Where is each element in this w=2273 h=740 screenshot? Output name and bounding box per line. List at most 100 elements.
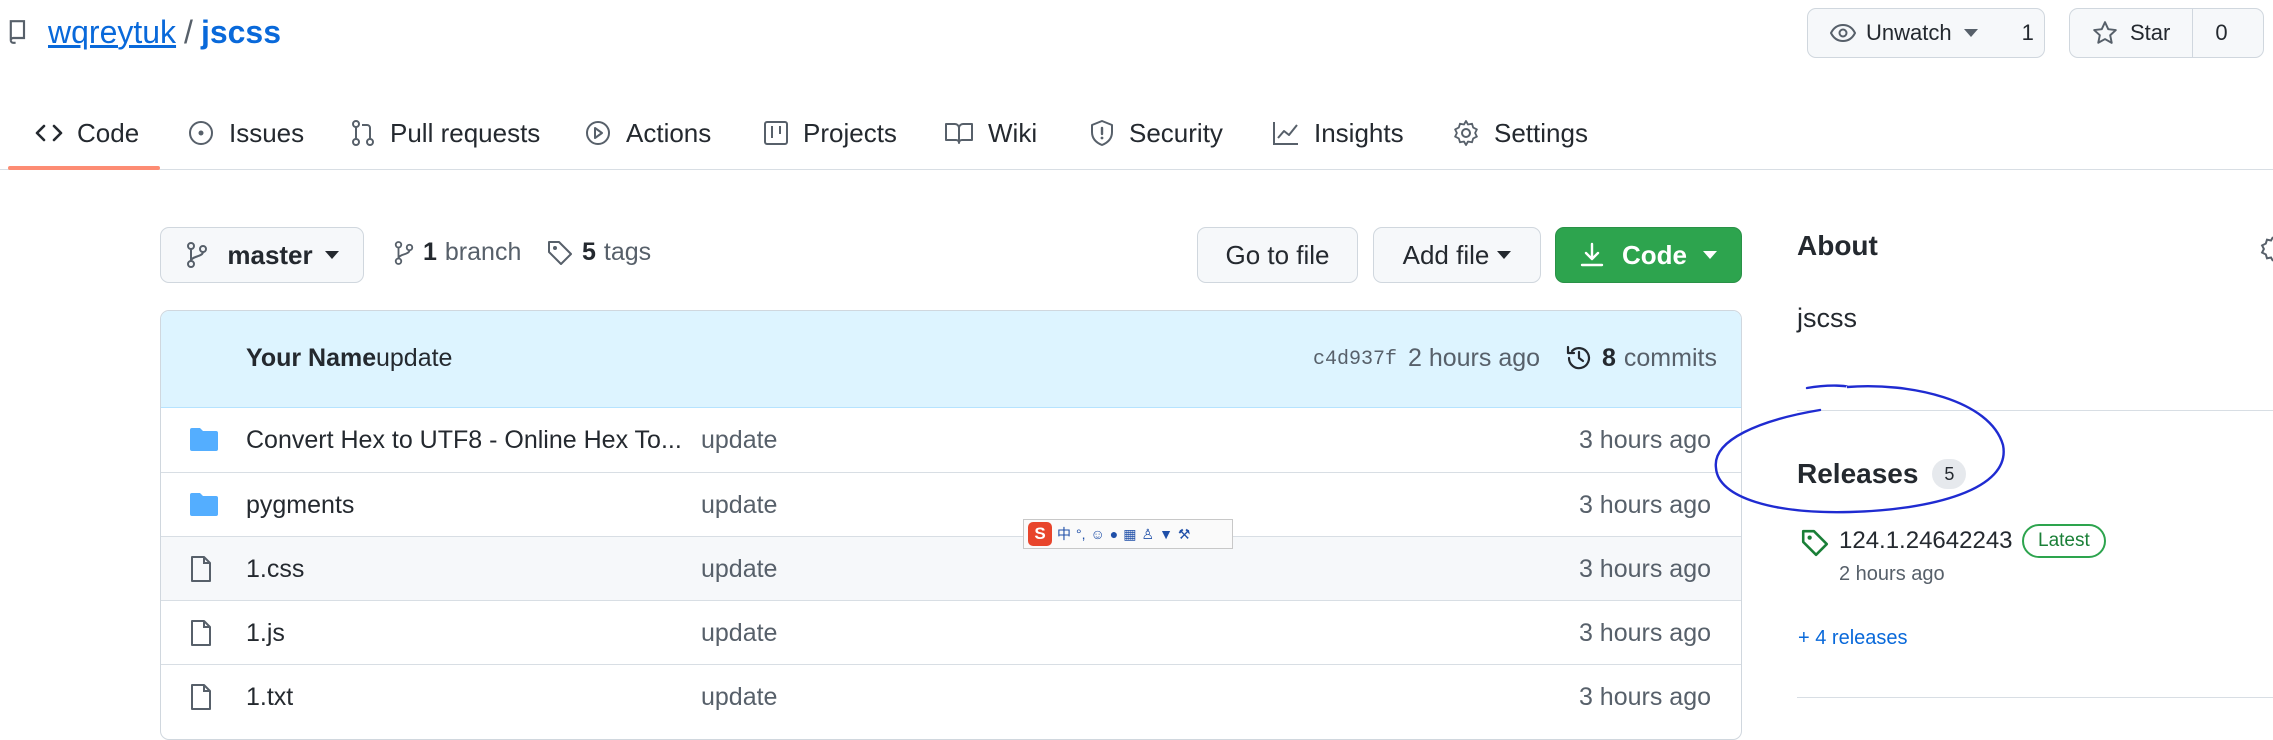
ime-mode-label[interactable]: 中 bbox=[1057, 524, 1071, 544]
file-name[interactable]: 1.txt bbox=[246, 683, 293, 712]
more-releases-link[interactable]: + 4 releases bbox=[1798, 627, 1908, 650]
file-row[interactable]: 1.css update 3 hours ago bbox=[161, 536, 1741, 600]
commit-author[interactable]: Your Name bbox=[246, 344, 376, 373]
gear-icon bbox=[1454, 120, 1478, 146]
pull-request-icon bbox=[352, 120, 374, 146]
book-icon bbox=[945, 123, 973, 144]
tab-label: Insights bbox=[1314, 117, 1404, 148]
commit-count-label: commits bbox=[1623, 343, 1717, 372]
file-row[interactable]: 1.txt update 3 hours ago bbox=[161, 664, 1741, 728]
unwatch-button[interactable]: Unwatch bbox=[1808, 9, 2000, 57]
latest-badge: Latest bbox=[2022, 524, 2106, 558]
chevron-down-icon bbox=[1703, 251, 1717, 259]
branches-link[interactable]: 1 branch bbox=[393, 238, 521, 267]
commit-time: 2 hours ago bbox=[1408, 344, 1541, 372]
table-icon bbox=[764, 121, 788, 145]
code-button[interactable]: Code bbox=[1555, 227, 1742, 283]
file-age: 3 hours ago bbox=[1578, 555, 1711, 583]
tab-projects[interactable]: Projects bbox=[763, 96, 897, 170]
file-name[interactable]: 1.css bbox=[246, 555, 304, 584]
star-button-group: Star 0 bbox=[2069, 8, 2264, 58]
tab-wiki[interactable]: Wiki bbox=[944, 96, 1037, 170]
commits-link[interactable]: 8 commits bbox=[1564, 343, 1717, 373]
skin-icon[interactable]: ▼ bbox=[1159, 526, 1173, 542]
file-commit-message[interactable]: update bbox=[701, 555, 777, 584]
code-icon bbox=[35, 124, 63, 142]
file-name[interactable]: 1.js bbox=[246, 619, 285, 648]
repo-name-link[interactable]: jscss bbox=[201, 14, 281, 51]
user-icon[interactable]: ♙ bbox=[1142, 526, 1155, 543]
file-age: 3 hours ago bbox=[1578, 491, 1711, 519]
tab-issues[interactable]: Issues bbox=[187, 96, 304, 170]
file-commit-message[interactable]: update bbox=[701, 683, 777, 712]
star-icon bbox=[2093, 21, 2117, 44]
file-commit-message[interactable]: update bbox=[701, 619, 777, 648]
file-age: 3 hours ago bbox=[1578, 619, 1711, 647]
file-name[interactable]: pygments bbox=[246, 491, 354, 520]
add-file-label: Add file bbox=[1402, 239, 1490, 270]
branch-select-label: master bbox=[227, 239, 313, 270]
tab-settings[interactable]: Settings bbox=[1452, 96, 1588, 170]
repo-icon bbox=[9, 20, 26, 44]
go-to-file-label: Go to file bbox=[1225, 239, 1330, 270]
file-age: 3 hours ago bbox=[1578, 683, 1711, 711]
tab-label: Settings bbox=[1494, 117, 1588, 148]
latest-release-time: 2 hours ago bbox=[1839, 563, 1945, 585]
branch-select[interactable]: master bbox=[160, 227, 364, 283]
wrench-icon[interactable]: ⚒ bbox=[1178, 526, 1191, 543]
tag-icon bbox=[548, 240, 572, 265]
keyboard-icon[interactable]: ▦ bbox=[1123, 526, 1136, 543]
tab-insights[interactable]: Insights bbox=[1272, 96, 1404, 170]
tags-link[interactable]: 5 tags bbox=[546, 238, 651, 267]
tab-label: Wiki bbox=[988, 117, 1038, 148]
star-button[interactable]: Star bbox=[2070, 9, 2192, 57]
ime-toolbar[interactable]: S 中 °, ☺ ● ▦ ♙ ▼ ⚒ bbox=[1023, 519, 1233, 549]
punctuation-icon[interactable]: °, bbox=[1076, 526, 1086, 542]
star-count[interactable]: 0 bbox=[2193, 20, 2249, 46]
commit-message[interactable]: update bbox=[376, 344, 452, 373]
tab-label: Actions bbox=[626, 117, 712, 148]
tab-pull-requests[interactable]: Pull requests bbox=[350, 96, 540, 170]
file-row[interactable]: 1.js update 3 hours ago bbox=[161, 600, 1741, 664]
active-tab-indicator bbox=[8, 166, 160, 170]
shield-icon bbox=[1091, 120, 1113, 146]
tab-security[interactable]: Security bbox=[1089, 96, 1223, 170]
latest-release-link[interactable]: 124.1.24642243 bbox=[1839, 527, 2013, 555]
graph-icon bbox=[1273, 122, 1298, 145]
emoji-icon[interactable]: ☺ bbox=[1091, 526, 1105, 542]
history-icon bbox=[1566, 345, 1591, 370]
download-icon bbox=[1580, 242, 1604, 267]
chevron-down-icon bbox=[324, 251, 339, 259]
eye-icon bbox=[1830, 23, 1856, 43]
watch-count[interactable]: 1 bbox=[2000, 20, 2056, 46]
file-commit-message[interactable]: update bbox=[701, 491, 777, 520]
tab-code[interactable]: Code bbox=[35, 96, 139, 170]
divider bbox=[1797, 697, 2273, 698]
repo-owner-link[interactable]: wqreytuk bbox=[48, 14, 176, 51]
play-icon bbox=[586, 121, 610, 145]
file-row[interactable]: pygments update 3 hours ago bbox=[161, 472, 1741, 536]
star-label: Star bbox=[2130, 20, 2171, 45]
hand-drawn-circle-annotation bbox=[1714, 384, 2005, 514]
tag-count: 5 bbox=[582, 238, 596, 266]
add-file-button[interactable]: Add file bbox=[1373, 227, 1541, 283]
commit-count: 8 bbox=[1602, 343, 1616, 372]
tab-label: Security bbox=[1129, 117, 1223, 148]
file-commit-message[interactable]: update bbox=[701, 426, 777, 455]
file-name[interactable]: Convert Hex to UTF8 - Online Hex To... bbox=[246, 426, 682, 455]
tab-actions[interactable]: Actions bbox=[584, 96, 711, 170]
repo-path-separator: / bbox=[184, 13, 193, 50]
microphone-icon[interactable]: ● bbox=[1110, 526, 1118, 542]
file-icon bbox=[191, 620, 211, 646]
watch-button-group: Unwatch 1 bbox=[1807, 8, 2045, 58]
branch-label: branch bbox=[444, 238, 522, 266]
commit-sha[interactable]: c4d937f bbox=[1313, 348, 1397, 371]
tab-label: Code bbox=[77, 117, 140, 148]
file-row[interactable]: Convert Hex to UTF8 - Online Hex To... u… bbox=[161, 408, 1741, 472]
issue-icon bbox=[189, 121, 213, 145]
file-icon bbox=[191, 556, 211, 582]
gear-icon[interactable] bbox=[2257, 233, 2273, 263]
sogou-logo-icon: S bbox=[1028, 522, 1052, 546]
repo-nav-tabs: Code Issues Pull requests Actions Projec… bbox=[0, 96, 2273, 170]
go-to-file-button[interactable]: Go to file bbox=[1197, 227, 1358, 283]
